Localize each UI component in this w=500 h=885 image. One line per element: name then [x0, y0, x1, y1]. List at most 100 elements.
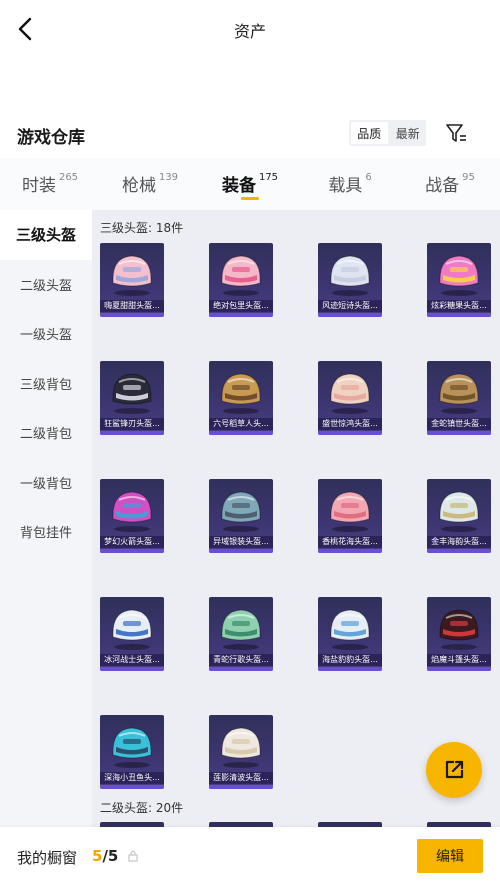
- item-card[interactable]: 金蛇镇世头盔...: [427, 361, 491, 435]
- helmet-icon: [439, 491, 479, 532]
- item-name: 青蛇行歌头盔...: [209, 654, 273, 666]
- item-card[interactable]: 风迹短诗头盔...: [318, 243, 382, 317]
- item-name: 梦幻火箭头盔...: [100, 536, 164, 548]
- category-tabs: 时装 265 枪械 139 装备 175 载具 6 战备 95: [0, 158, 500, 210]
- item-card[interactable]: 青蛇行歌头盔...: [209, 597, 273, 671]
- group-label: 三级头盔: 18件: [100, 221, 184, 235]
- item-card[interactable]: 冰河战士头盔...: [100, 597, 164, 671]
- item-name: 金丰海韵头盔...: [427, 536, 491, 548]
- item-name: 盛世惊鸿头盔...: [318, 418, 382, 430]
- helmet-icon: [330, 491, 370, 532]
- tab-1[interactable]: 枪械 139: [100, 158, 200, 210]
- helmet-icon: [439, 609, 479, 650]
- group-label: 二级头盔: 20件: [100, 801, 184, 815]
- sidebar-item[interactable]: 一级头盔: [0, 309, 92, 359]
- sidebar-item[interactable]: 背包挂件: [0, 507, 92, 557]
- tab-label: 枪械: [121, 176, 156, 196]
- sidebar-item[interactable]: 二级头盔: [0, 260, 92, 310]
- showcase-current: 5: [92, 847, 103, 865]
- item-card[interactable]: 炫彩糖果头盔...: [427, 243, 491, 317]
- item-name: 风迹短诗头盔...: [318, 300, 382, 312]
- showcase-label: 我的橱窗: [17, 849, 78, 867]
- item-name: 异域银装头盔...: [209, 536, 273, 548]
- tab-2[interactable]: 装备 175: [200, 158, 300, 210]
- share-icon: [445, 760, 464, 779]
- tab-count: 175: [258, 172, 279, 183]
- helmet-icon: [112, 727, 152, 768]
- item-grid: 三级头盔: 18件 嗨夏甜甜头盔... 绝对包里头盔... 风迹短诗头盔... 炫彩糖果…: [92, 210, 500, 827]
- item-name: 冰河战士头盔...: [100, 654, 164, 666]
- top-bar: 资产: [0, 0, 500, 60]
- lock-icon: [128, 851, 138, 862]
- item-card[interactable]: 盛世惊鸿头盔...: [318, 361, 382, 435]
- item-card[interactable]: 嗨夏甜甜头盔...: [100, 243, 164, 317]
- filter-icon: [446, 124, 466, 142]
- helmet-icon: [112, 255, 152, 296]
- sidebar-item[interactable]: 三级背包: [0, 359, 92, 409]
- item-card[interactable]: 梦幻火箭头盔...: [100, 479, 164, 553]
- sidebar-item[interactable]: 三级头盔: [0, 210, 92, 260]
- item-card[interactable]: 莲影清波头盔...: [209, 715, 273, 789]
- item-card[interactable]: 六号稻草人头...: [209, 361, 273, 435]
- item-name: 海盐豹豹头盔...: [318, 654, 382, 666]
- item-card[interactable]: 狂鲨锋刃头盔...: [100, 361, 164, 435]
- helmet-icon: [112, 491, 152, 532]
- helmet-icon: [330, 609, 370, 650]
- showcase-count: 5/5: [92, 847, 118, 865]
- helmet-icon: [112, 373, 152, 414]
- showcase-total: /5: [102, 847, 119, 865]
- helmet-icon: [330, 373, 370, 414]
- tab-count: 265: [58, 172, 79, 183]
- helmet-icon: [221, 727, 261, 768]
- tab-active-indicator: [241, 197, 259, 200]
- edit-button[interactable]: 编辑: [417, 839, 483, 873]
- item-name: 嗨夏甜甜头盔...: [100, 300, 164, 312]
- item-card[interactable]: 绝对包里头盔...: [209, 243, 273, 317]
- tab-label: 载具: [328, 176, 363, 196]
- sort-latest-option[interactable]: 最新: [390, 120, 427, 146]
- item-name: 炫彩糖果头盔...: [427, 300, 491, 312]
- share-button[interactable]: [426, 742, 482, 798]
- filter-button[interactable]: [443, 120, 469, 146]
- tab-count: 6: [365, 172, 372, 183]
- item-card[interactable]: 金丰海韵头盔...: [427, 479, 491, 553]
- item-name: 六号稻草人头...: [209, 418, 273, 430]
- item-name: 狂鲨锋刃头盔...: [100, 418, 164, 430]
- page-title: 资产: [233, 22, 266, 41]
- tab-0[interactable]: 时装 265: [0, 158, 100, 210]
- tab-4[interactable]: 战备 95: [400, 158, 500, 210]
- helmet-icon: [439, 255, 479, 296]
- sidebar-item[interactable]: 二级背包: [0, 408, 92, 458]
- sort-toggle: 品质 最新: [349, 120, 426, 146]
- item-card[interactable]: 异域银装头盔...: [209, 479, 273, 553]
- item-card[interactable]: 深海小丑鱼头...: [100, 715, 164, 789]
- tab-count: 139: [158, 172, 179, 183]
- subcategory-sidebar: 三级头盔 二级头盔 一级头盔 三级背包 二级背包 一级背包 背包挂件: [0, 210, 92, 827]
- sidebar-item[interactable]: 一级背包: [0, 458, 92, 508]
- helmet-icon: [221, 373, 261, 414]
- item-name: 香桃花海头盔...: [318, 536, 382, 548]
- tab-count: 95: [462, 172, 475, 183]
- helmet-icon: [439, 373, 479, 414]
- tab-label: 战备: [425, 176, 460, 196]
- item-name: 深海小丑鱼头...: [100, 772, 164, 784]
- helmet-icon: [112, 609, 152, 650]
- item-name: 焰魔斗篷头盔...: [427, 654, 491, 666]
- tab-label: 装备: [221, 176, 256, 196]
- helmet-icon: [221, 491, 261, 532]
- item-name: 莲影清波头盔...: [209, 772, 273, 784]
- item-card[interactable]: 海盐豹豹头盔...: [318, 597, 382, 671]
- item-card[interactable]: 焰魔斗篷头盔...: [427, 597, 491, 671]
- item-name: 绝对包里头盔...: [209, 300, 273, 312]
- item-name: 金蛇镇世头盔...: [427, 418, 491, 430]
- sort-quality-option[interactable]: 品质: [351, 122, 388, 144]
- helmet-icon: [330, 255, 370, 296]
- warehouse-header: 游戏仓库 品质 最新: [0, 112, 500, 154]
- section-title: 游戏仓库: [17, 128, 85, 148]
- item-card[interactable]: 香桃花海头盔...: [318, 479, 382, 553]
- tab-3[interactable]: 载具 6: [300, 158, 400, 210]
- showcase-bar: 我的橱窗 5/5 编辑: [0, 827, 500, 885]
- helmet-icon: [221, 255, 261, 296]
- helmet-icon: [221, 609, 261, 650]
- tab-label: 时装: [21, 176, 56, 196]
